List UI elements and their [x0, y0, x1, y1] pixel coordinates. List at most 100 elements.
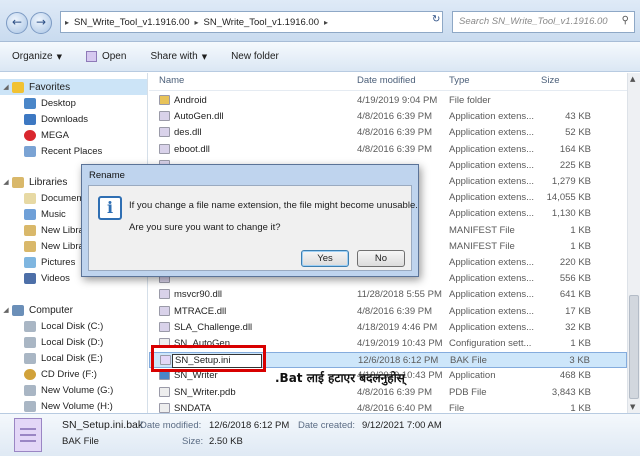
nav-recent-places[interactable]: Recent Places: [0, 143, 147, 159]
file-type: File folder: [449, 95, 491, 106]
file-row[interactable]: MTRACE.dll 4/8/2016 6:39 PM Application ex…: [149, 304, 627, 320]
column-header-type[interactable]: Type: [445, 73, 470, 89]
file-row[interactable]: SLA_Challenge.dll 4/18/2019 4:46 PM Applic…: [149, 320, 627, 336]
nav-drive[interactable]: Local Disk (D:): [0, 334, 147, 350]
file-row[interactable]: Android 4/19/2019 9:04 PM File folder: [149, 93, 627, 109]
info-icon: i: [98, 196, 122, 220]
back-arrow-icon[interactable]: ←: [6, 12, 28, 34]
new-folder-button[interactable]: New folder: [219, 51, 291, 62]
share-with-label: Share with: [150, 51, 198, 62]
nav-desktop[interactable]: Desktop: [0, 95, 147, 111]
command-bar: Organize ▼ Open Share with ▼ New folder: [0, 42, 640, 72]
collapse-icon[interactable]: ◢: [0, 83, 12, 91]
file-icon: [85, 51, 97, 62]
share-with-button[interactable]: Share with ▼: [138, 51, 219, 62]
breadcrumb-item[interactable]: SN_Write_Tool_v1.1916.00: [74, 17, 189, 28]
file-size: 43 KB: [565, 111, 591, 123]
vertical-scrollbar[interactable]: ▲ ▼: [627, 73, 640, 413]
dialog-question: Are you sure you want to change it?: [129, 222, 281, 233]
downloads-icon: [24, 113, 36, 125]
nav-label: New Libra: [41, 224, 84, 236]
file-name: Android: [174, 95, 207, 106]
header-divider: [149, 90, 627, 91]
collapse-icon[interactable]: ◢: [0, 306, 12, 314]
nav-computer[interactable]: ◢ Computer: [0, 302, 147, 318]
details-date-created: 9/12/2021 7:00 AM: [362, 420, 442, 431]
file-icon: [159, 111, 170, 122]
column-header-date[interactable]: Date modified: [353, 73, 416, 89]
file-size: 225 KB: [559, 159, 591, 171]
organize-label: Organize: [12, 51, 53, 62]
file-size: 641 KB: [559, 289, 591, 301]
details-filename: SN_Setup.ini.bak: [62, 419, 144, 431]
file-row[interactable]: eboot.dll 4/8/2016 6:39 PM Application ext…: [149, 142, 627, 158]
search-input[interactable]: Search SN_Write_Tool_v1.1916.00 ⚲: [452, 11, 635, 33]
pictures-icon: [24, 256, 36, 268]
address-bar: ← → ▸ SN_Write_Tool_v1.1916.00 ▸ SN_Writ…: [0, 0, 640, 42]
file-date: 11/28/2018 5:55 PM: [357, 289, 442, 301]
file-type: Application extens...: [449, 192, 535, 204]
mega-icon: [24, 129, 36, 141]
file-size: 556 KB: [559, 273, 591, 285]
column-header-name[interactable]: Name: [155, 73, 184, 89]
open-button[interactable]: Open: [74, 51, 138, 62]
dropdown-arrow-icon: ▼: [56, 52, 62, 61]
file-type: Application extens...: [449, 127, 535, 139]
breadcrumb-item[interactable]: SN_Write_Tool_v1.1916.00: [204, 17, 319, 28]
scroll-down-icon[interactable]: ▼: [630, 403, 635, 411]
file-name: SN_Writer.pdb: [174, 386, 236, 398]
file-icon: [159, 289, 170, 300]
file-icon: [159, 127, 170, 138]
file-type: Application extens...: [449, 143, 535, 155]
file-row[interactable]: des.dll 4/8/2016 6:39 PM Application exten…: [149, 125, 627, 141]
file-row[interactable]: SN_Writer.pdb 4/8/2016 6:39 PM PDB File 3,8…: [149, 385, 627, 401]
recent-places-icon: [24, 145, 36, 157]
file-row[interactable]: SNDATA 4/8/2016 6:40 PM File 1 KB: [149, 401, 627, 413]
file-size: 1 KB: [570, 338, 591, 349]
file-row[interactable]: AutoGen.dll 4/8/2016 6:39 PM Application e…: [149, 109, 627, 125]
refresh-icon[interactable]: ↻: [432, 14, 440, 25]
nav-label: MEGA: [41, 129, 69, 141]
nav-favorites[interactable]: ◢ Favorites: [0, 79, 147, 95]
file-date: 4/8/2016 6:39 PM: [357, 386, 432, 398]
videos-icon: [24, 272, 36, 284]
dropdown-arrow-icon: ▼: [201, 52, 208, 61]
nav-label: Downloads: [41, 113, 88, 125]
details-date-modified-label: Date modified:: [140, 420, 202, 431]
file-icon: [159, 143, 170, 154]
nav-drive[interactable]: CD Drive (F:): [0, 366, 147, 382]
nav-label: New Volume (H:): [41, 400, 113, 412]
desktop-icon: [24, 97, 36, 109]
nav-drive[interactable]: New Volume (G:): [0, 382, 147, 398]
details-date-created-label: Date created:: [298, 420, 356, 431]
scroll-thumb[interactable]: [629, 295, 639, 399]
file-name: SNDATA: [174, 402, 212, 413]
breadcrumb-chevron-icon: ▸: [324, 17, 329, 27]
nav-drive[interactable]: Local Disk (C:): [0, 318, 147, 334]
documents-icon: [24, 192, 36, 204]
no-button[interactable]: No: [357, 250, 405, 267]
nav-mega[interactable]: MEGA: [0, 127, 147, 143]
column-header-size[interactable]: Size: [537, 73, 559, 89]
search-icon: ⚲: [621, 15, 629, 26]
yes-button[interactable]: Yes: [301, 250, 349, 267]
details-date-modified: 12/6/2018 6:12 PM: [209, 420, 290, 431]
nav-label: Music: [41, 208, 66, 220]
organize-button[interactable]: Organize ▼: [0, 51, 74, 62]
breadcrumb[interactable]: ▸ SN_Write_Tool_v1.1916.00 ▸ SN_Write_To…: [60, 11, 443, 33]
nav-drive[interactable]: New Volume (H:): [0, 398, 147, 413]
file-row[interactable]: msvcr90.dll 11/28/2018 5:55 PM Application…: [149, 287, 627, 303]
file-type: MANIFEST File: [449, 224, 515, 236]
forward-arrow-icon[interactable]: →: [30, 12, 52, 34]
file-type: File: [449, 402, 465, 413]
nav-drive[interactable]: Local Disk (E:): [0, 350, 147, 366]
collapse-icon[interactable]: ◢: [0, 178, 12, 186]
nav-label: Local Disk (D:): [41, 336, 104, 348]
highlight-box: [151, 345, 266, 372]
nav-label: Computer: [29, 304, 73, 316]
nav-downloads[interactable]: Downloads: [0, 111, 147, 127]
details-size: 2.50 KB: [209, 436, 243, 447]
nav-label: Local Disk (E:): [41, 352, 103, 364]
file-size: 3,843 KB: [551, 386, 591, 398]
scroll-up-icon[interactable]: ▲: [630, 75, 635, 83]
